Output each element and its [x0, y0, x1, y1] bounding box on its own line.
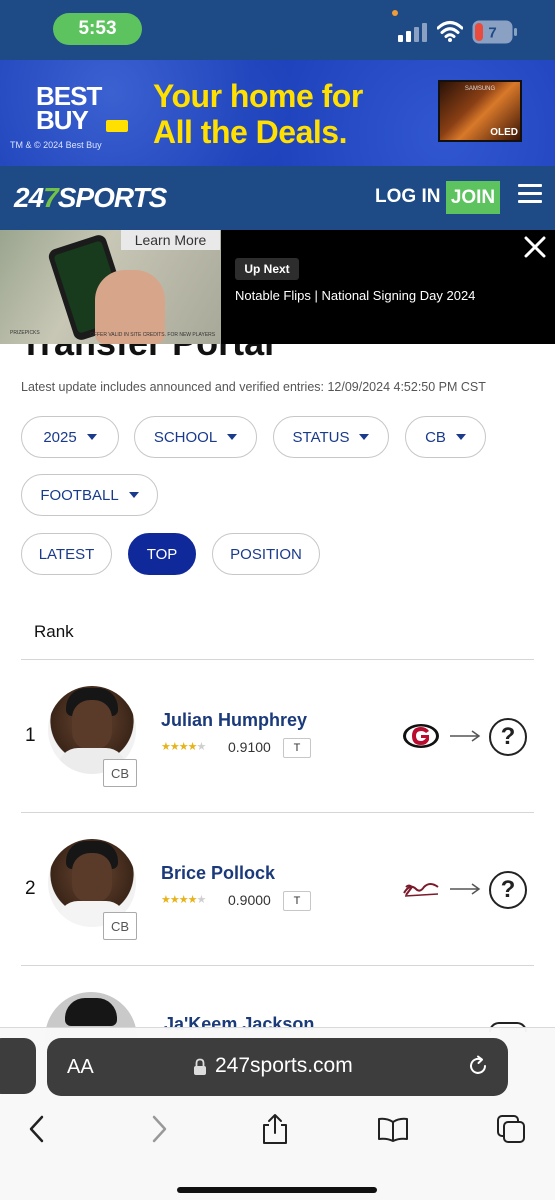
ad-banner[interactable]: BEST BUY TM & © 2024 Best Buy Your home … [0, 60, 555, 166]
filter-position-label: CB [425, 428, 446, 446]
tab-position[interactable]: POSITION [212, 533, 320, 575]
star-rating-icon: ★★★★★ [161, 894, 206, 906]
thumbnail-fineprint: OFFER VALID IN SITE CREDITS. FOR NEW PLA… [90, 332, 216, 338]
back-icon[interactable] [22, 1113, 54, 1145]
join-button[interactable]: JOIN [446, 181, 500, 214]
player-rank: 1 [25, 725, 36, 746]
site-logo[interactable]: 247SPORTS [14, 182, 168, 214]
logo-seven: 7 [43, 182, 59, 213]
transfer-tag: T [283, 738, 311, 758]
chevron-down-icon [455, 434, 466, 440]
wifi-icon [437, 21, 463, 42]
player-name-link[interactable]: Julian Humphrey [161, 710, 307, 731]
up-next-title[interactable]: Notable Flips | National Signing Day 202… [235, 288, 475, 303]
filter-status-dropdown[interactable]: STATUS [273, 416, 389, 458]
login-link[interactable]: LOG IN [375, 186, 440, 208]
chevron-down-icon [86, 434, 97, 440]
url-text[interactable]: 247sports.com [215, 1054, 353, 1078]
unknown-school-icon[interactable]: ? [489, 871, 527, 909]
position-badge: CB [103, 759, 137, 787]
chevron-down-icon [227, 434, 238, 440]
forward-icon[interactable] [142, 1113, 174, 1145]
browser-toolbar: AA 247sports.com [0, 1027, 555, 1200]
site-header: 247SPORTS LOG IN JOIN [0, 166, 555, 230]
up-next-badge: Up Next [235, 258, 299, 280]
status-time: 5:53 [53, 13, 142, 45]
player-rank: 2 [25, 878, 36, 899]
update-timestamp: Latest update includes announced and ver… [21, 380, 486, 394]
filter-year-dropdown[interactable]: 2025 [21, 416, 119, 458]
status-bar: 5:53 7 [0, 0, 555, 60]
mississippi-state-logo-icon[interactable] [402, 875, 440, 903]
filter-year-label: 2025 [43, 428, 77, 446]
bookmarks-icon[interactable] [377, 1113, 409, 1145]
filter-school-label: SCHOOL [153, 428, 218, 446]
ad-tv-brand: SAMSUNG [464, 86, 496, 92]
ad-tv-label: OLED [490, 127, 518, 138]
row-divider [21, 965, 534, 966]
tabs-icon[interactable] [495, 1113, 527, 1145]
player-name-link[interactable]: Brice Pollock [161, 863, 275, 884]
ad-headline-line2: All the Deals. [153, 114, 347, 150]
star-rating-icon: ★★★★★ [161, 741, 206, 753]
share-icon[interactable] [259, 1113, 291, 1145]
arrow-right-icon [450, 883, 481, 895]
previous-tab-preview[interactable] [0, 1038, 36, 1094]
arrow-right-icon [450, 730, 481, 742]
bestbuy-tag-icon [106, 120, 128, 132]
table-row[interactable]: 2 CB Brice Pollock ★★★★★ 0.9000 T ? [0, 813, 555, 965]
video-ad-overlay[interactable]: Learn More PRIZEPICKS OFFER VALID IN SIT… [0, 230, 555, 344]
georgia-logo-icon[interactable] [402, 722, 440, 750]
logo-text: SPORTS [57, 182, 168, 213]
chevron-down-icon [128, 492, 139, 498]
filter-sport-label: FOOTBALL [40, 486, 119, 504]
cellular-signal-icon [398, 23, 427, 42]
camera-indicator-icon [392, 10, 398, 16]
filter-status-label: STATUS [292, 428, 350, 446]
battery-level: 7 [488, 25, 496, 42]
text-size-button[interactable]: AA [67, 1056, 94, 1079]
filter-position-dropdown[interactable]: CB [405, 416, 486, 458]
table-row[interactable]: 1 CB Julian Humphrey ★★★★★ 0.9100 T ? [0, 660, 555, 812]
learn-more-button[interactable]: Learn More [121, 230, 220, 250]
tab-top[interactable]: TOP [128, 533, 196, 575]
hamburger-menu-icon[interactable] [518, 184, 542, 208]
logo-number: 24 [14, 182, 44, 213]
filter-sport-dropdown[interactable]: FOOTBALL [21, 474, 158, 516]
ad-headline: Your home for All the Deals. [153, 78, 423, 150]
position-badge: CB [103, 912, 137, 940]
video-thumbnail[interactable]: Learn More PRIZEPICKS OFFER VALID IN SIT… [0, 230, 221, 344]
player-rating: 0.9000 [228, 892, 271, 908]
address-bar[interactable]: AA 247sports.com [47, 1038, 508, 1096]
unknown-school-icon[interactable]: ? [489, 718, 527, 756]
player-rating: 0.9100 [228, 739, 271, 755]
lock-icon [194, 1058, 206, 1075]
tab-latest[interactable]: LATEST [21, 533, 112, 575]
reload-icon[interactable] [467, 1055, 489, 1077]
battery-icon: 7 [472, 20, 517, 44]
ad-fineprint: TM & © 2024 Best Buy [10, 140, 102, 150]
filter-school-dropdown[interactable]: SCHOOL [134, 416, 257, 458]
thumbnail-brand: PRIZEPICKS [10, 330, 40, 336]
home-indicator [177, 1187, 377, 1193]
chevron-down-icon [359, 434, 370, 440]
ad-tv-image: SAMSUNG OLED [438, 80, 522, 142]
bestbuy-logo: BEST BUY [36, 83, 128, 135]
close-icon[interactable] [522, 234, 548, 260]
page-root: 5:53 7 BEST BUY TM & © 2024 Best Buy You… [0, 0, 555, 1200]
ad-headline-line1: Your home for [153, 78, 363, 114]
bestbuy-logo-line2: BUY [36, 105, 89, 135]
transfer-tag: T [283, 891, 311, 911]
rank-column-header: Rank [34, 622, 74, 641]
